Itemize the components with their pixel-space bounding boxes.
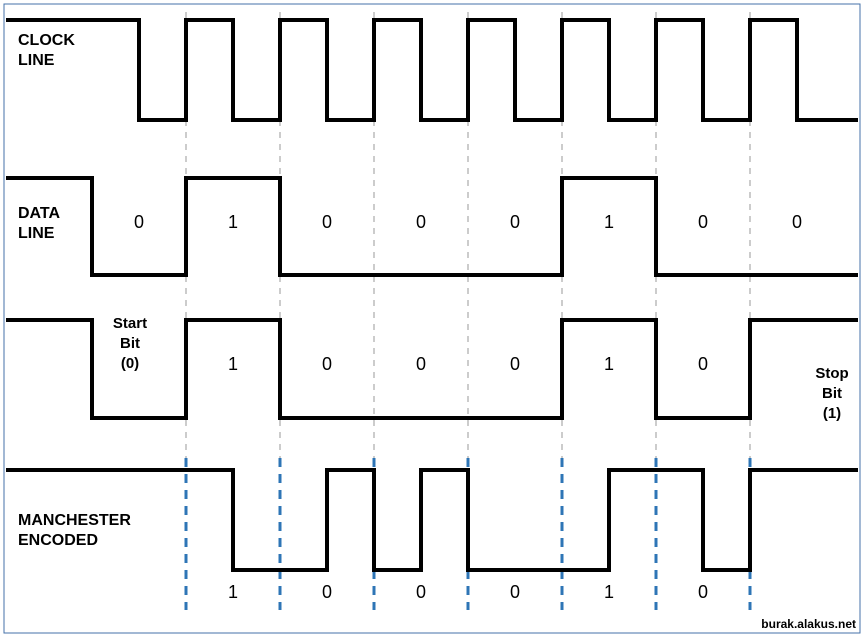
frame-bit-1: 0	[322, 354, 332, 374]
man-bit-2: 0	[416, 582, 426, 602]
startbit-l3: (0)	[121, 355, 139, 372]
frame-bit-2: 0	[416, 354, 426, 374]
startbit-l1: Start	[113, 315, 147, 332]
credit-text: burak.alakus.net	[761, 617, 856, 631]
manchester-label-1: MANCHESTER	[18, 512, 131, 529]
frame-bit-0: 1	[228, 354, 238, 374]
man-bit-0: 1	[228, 582, 238, 602]
manchester-waveform	[6, 470, 858, 570]
data-bit-0: 0	[134, 212, 144, 232]
clock-waveform	[6, 20, 858, 120]
frame-bit-3: 0	[510, 354, 520, 374]
man-bit-4: 1	[604, 582, 614, 602]
timing-diagram-svg: CLOCK LINE DATA LINE 0 1 0 0 0 1 0 0 Sta…	[0, 0, 864, 637]
man-bit-1: 0	[322, 582, 332, 602]
manchester-label-2: ENCODED	[18, 532, 98, 549]
data-label-1: DATA	[18, 205, 61, 222]
man-bit-3: 0	[510, 582, 520, 602]
clock-line-row: CLOCK LINE	[6, 20, 858, 120]
data-label-2: LINE	[18, 225, 55, 242]
data-bit-3: 0	[416, 212, 426, 232]
clock-label-1: CLOCK	[18, 32, 75, 49]
stopbit-l1: Stop	[815, 365, 848, 382]
data-bit-1: 1	[228, 212, 238, 232]
diagram-container: CLOCK LINE DATA LINE 0 1 0 0 0 1 0 0 Sta…	[0, 0, 864, 637]
frame-bit-4: 1	[604, 354, 614, 374]
data-bit-5: 1	[604, 212, 614, 232]
data-bit-4: 0	[510, 212, 520, 232]
data-bit-6: 0	[698, 212, 708, 232]
clock-label-2: LINE	[18, 52, 55, 69]
frame-bit-5: 0	[698, 354, 708, 374]
data-line-row: DATA LINE 0 1 0 0 0 1 0 0	[6, 178, 858, 275]
framed-data-row: Start Bit (0) Stop Bit (1) 1 0 0 0 1 0	[6, 315, 858, 422]
startbit-l2: Bit	[120, 335, 140, 352]
stopbit-l3: (1)	[823, 405, 841, 422]
man-bit-5: 0	[698, 582, 708, 602]
manchester-row: MANCHESTER ENCODED 1 0 0 0 1 0	[6, 458, 858, 610]
stopbit-l2: Bit	[822, 385, 842, 402]
data-bit-7: 0	[792, 212, 802, 232]
data-bit-2: 0	[322, 212, 332, 232]
